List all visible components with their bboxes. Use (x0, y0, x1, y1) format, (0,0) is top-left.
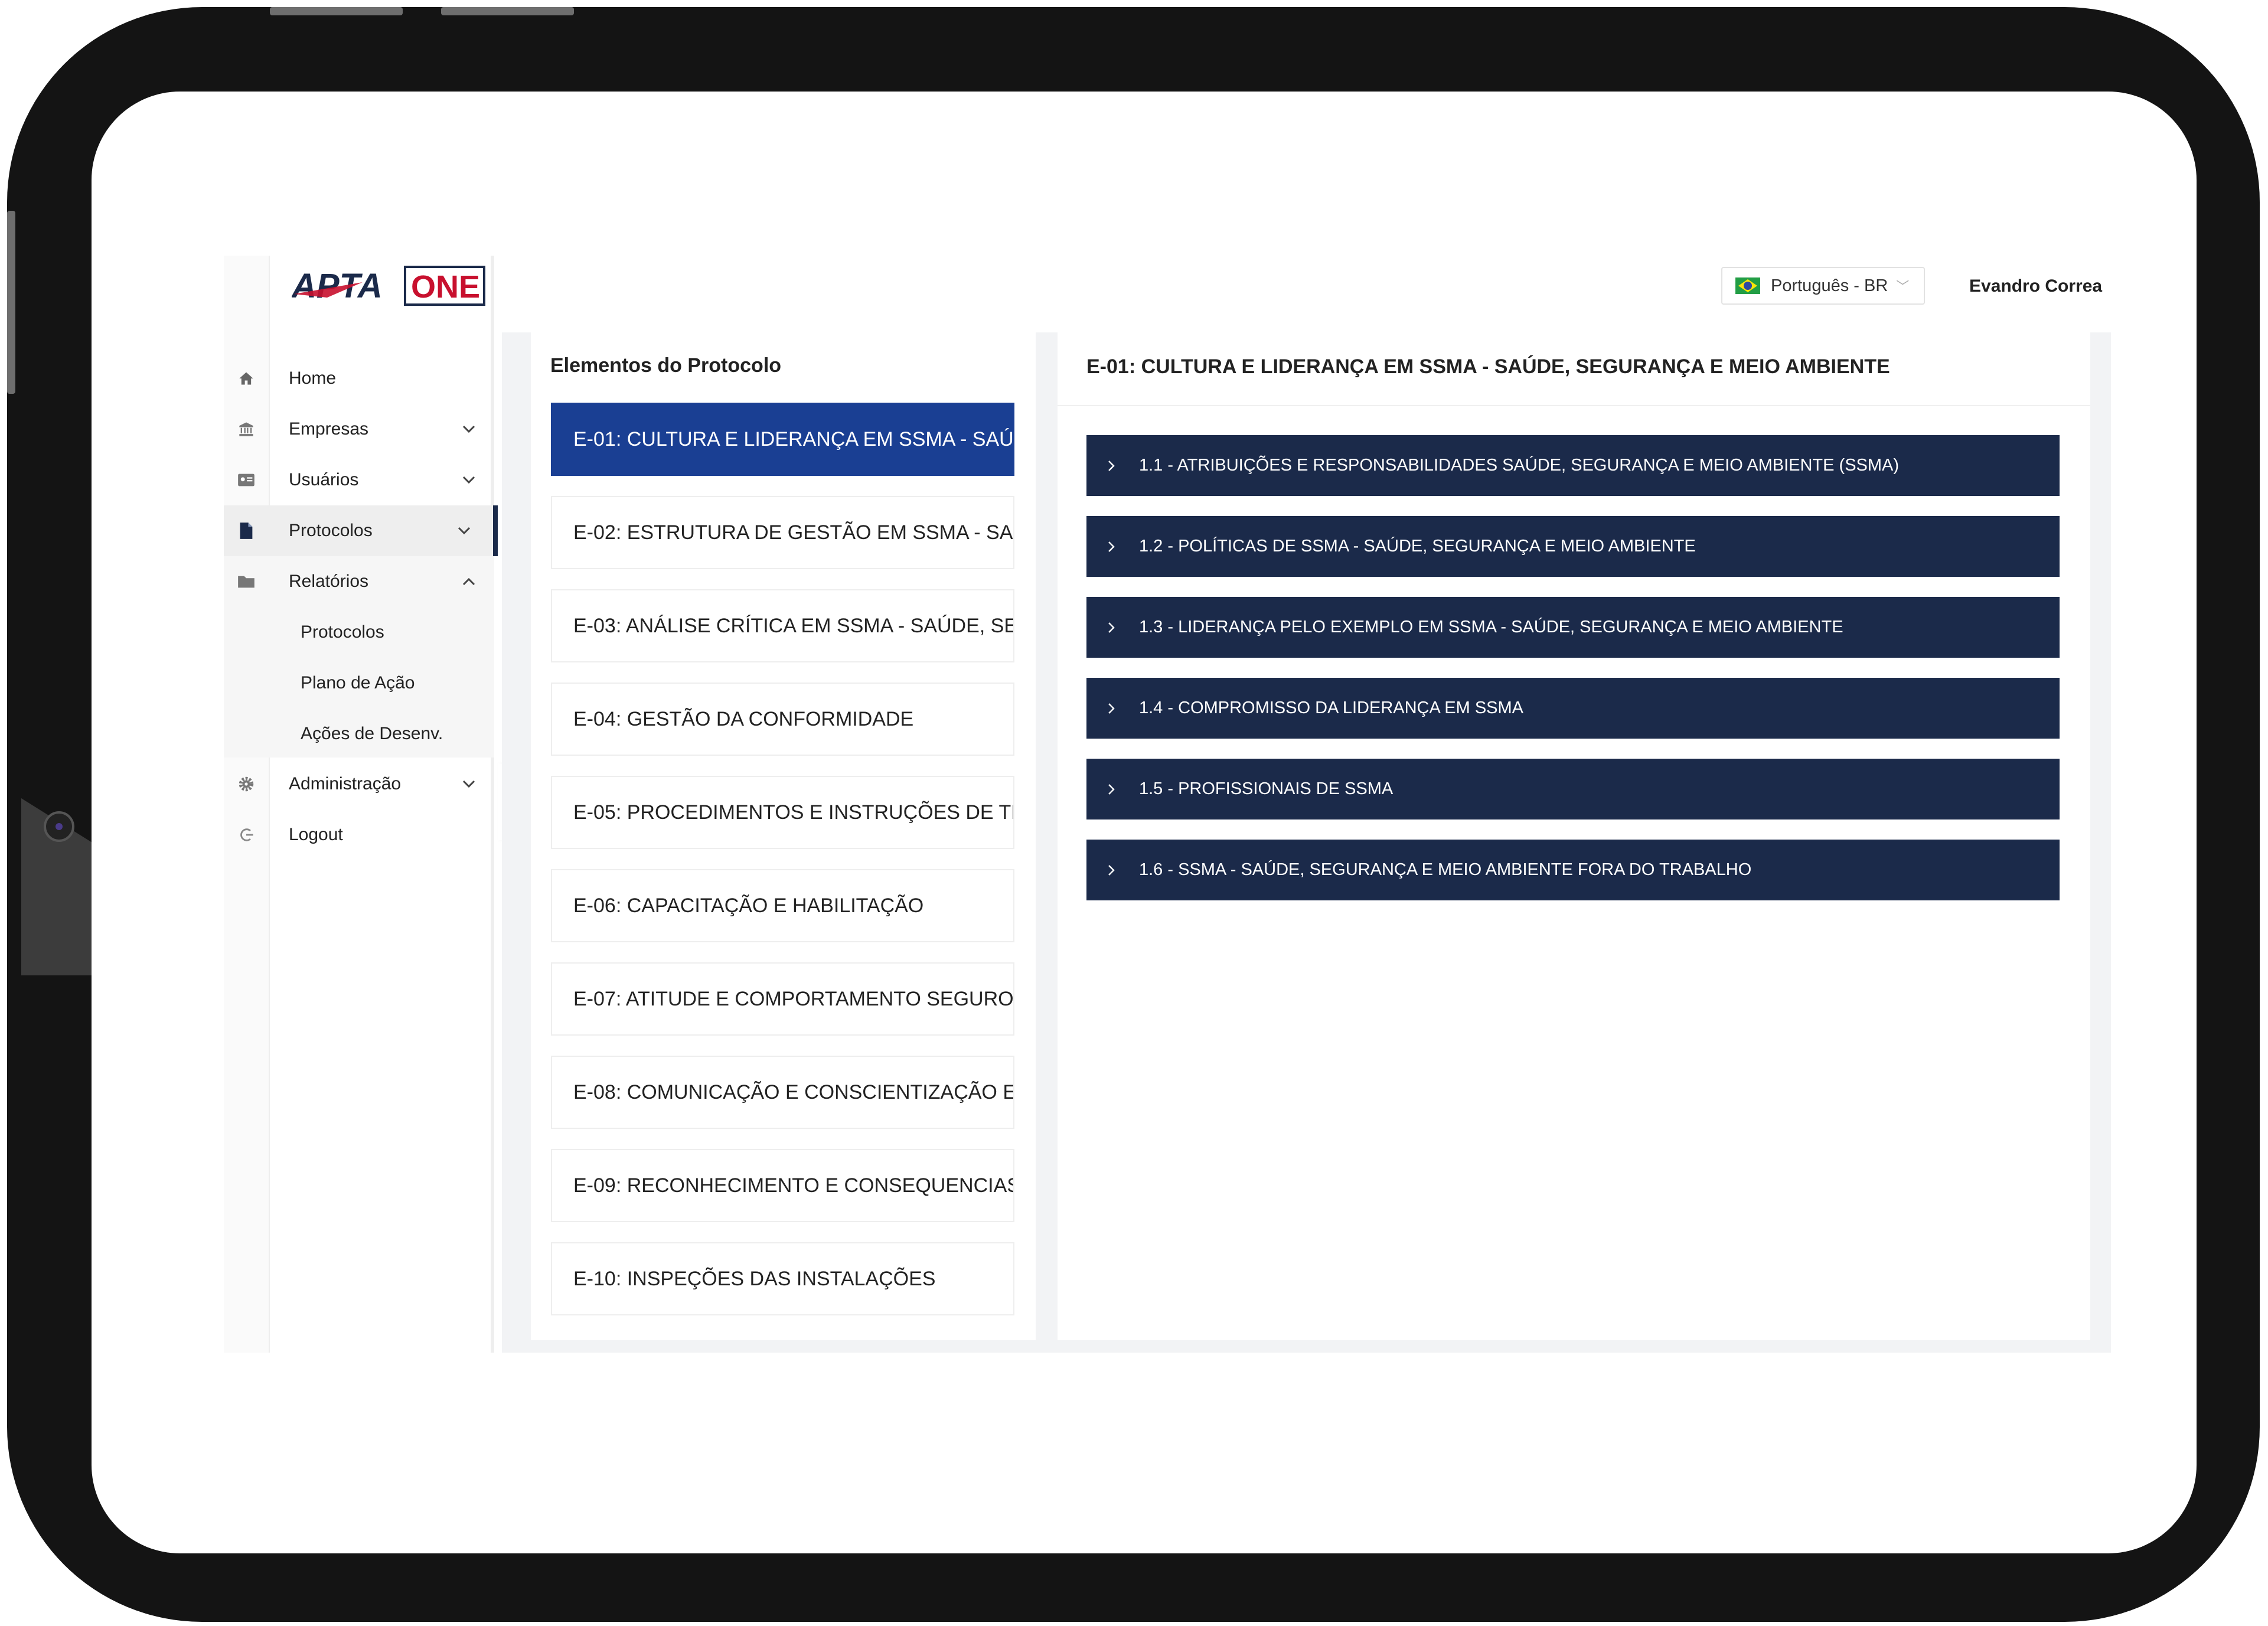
camera-icon (44, 811, 74, 842)
sidebar-item-label: Administração (289, 774, 402, 794)
section-accordion-1-2[interactable]: 1.2 - POLÍTICAS DE SSMA - SAÚDE, SEGURAN… (1086, 516, 2060, 577)
chevron-down-icon: ﹀ (1896, 279, 1910, 294)
section-label: 1.1 - ATRIBUIÇÕES E RESPONSABILIDADES SA… (1139, 456, 1900, 475)
chevron-down-icon (455, 527, 473, 535)
chevron-right-icon (1107, 702, 1126, 715)
chevron-right-icon (1107, 540, 1126, 553)
app-logo: APTA ONE (291, 265, 487, 307)
reports-submenu: Protocolos Plano de Ação Ações de Desenv… (224, 607, 494, 758)
submenu-item-plano-de-acao[interactable]: Plano de Ação (301, 673, 415, 693)
sidebar: APTA ONE Home Empresas Usuários Protocol… (224, 256, 498, 1353)
device-button (441, 7, 574, 15)
element-detail-title: E-01: CULTURA E LIDERANÇA EM SSMA - SAÚD… (1086, 355, 1890, 378)
chevron-down-icon (460, 476, 478, 484)
sidebar-item-label: Relatórios (289, 572, 369, 591)
section-label: 1.4 - COMPROMISSO DA LIDERANÇA EM SSMA (1139, 698, 1524, 717)
svg-text:APTA: APTA (292, 267, 383, 305)
protocol-element-e09[interactable]: E-09: RECONHECIMENTO E CONSEQUENCIAS (551, 1149, 1014, 1222)
section-label: 1.3 - LIDERANÇA PELO EXEMPLO EM SSMA - S… (1139, 618, 1843, 636)
divider (1058, 405, 2090, 406)
chevron-right-icon (1107, 783, 1126, 796)
protocol-element-e03[interactable]: E-03: ANÁLISE CRÍTICA EM SSMA - SAÚDE, S… (551, 589, 1014, 662)
sidebar-item-label: Empresas (289, 419, 369, 439)
section-accordion-1-3[interactable]: 1.3 - LIDERANÇA PELO EXEMPLO EM SSMA - S… (1086, 597, 2060, 658)
sidebar-item-label: Logout (289, 825, 343, 844)
sidebar-item-label: Protocolos (289, 521, 373, 540)
protocol-elements-title: Elementos do Protocolo (550, 354, 782, 377)
logout-icon (224, 827, 269, 843)
sidebar-item-administracao[interactable]: Administração (224, 759, 494, 809)
section-label: 1.5 - PROFISSIONAIS DE SSMA (1139, 779, 1394, 798)
language-label: Português - BR (1771, 276, 1888, 295)
sidebar-item-label: Home (289, 368, 337, 388)
protocol-element-e05[interactable]: E-05: PROCEDIMENTOS E INSTRUÇÕES DE TRAB… (551, 776, 1014, 849)
chevron-right-icon (1107, 864, 1126, 877)
device-button (270, 7, 403, 15)
document-icon (224, 522, 269, 540)
sidebar-item-empresas[interactable]: Empresas (224, 404, 494, 455)
section-accordion-1-6[interactable]: 1.6 - SSMA - SAÚDE, SEGURANÇA E MEIO AMB… (1086, 840, 2060, 900)
section-accordion-1-4[interactable]: 1.4 - COMPROMISSO DA LIDERANÇA EM SSMA (1086, 678, 2060, 739)
protocol-element-e07[interactable]: E-07: ATITUDE E COMPORTAMENTO SEGUROS (551, 962, 1014, 1036)
protocol-element-e01[interactable]: E-01: CULTURA E LIDERANÇA EM SSMA - SAÚD… (551, 403, 1014, 476)
protocol-element-e04[interactable]: E-04: GESTÃO DA CONFORMIDADE (551, 683, 1014, 756)
chevron-up-icon (460, 577, 478, 586)
folder-icon (224, 574, 269, 589)
section-label: 1.2 - POLÍTICAS DE SSMA - SAÚDE, SEGURAN… (1139, 537, 1696, 556)
sidebar-item-logout[interactable]: Logout (224, 809, 494, 860)
protocol-element-e06[interactable]: E-06: CAPACITAÇÃO E HABILITAÇÃO (551, 869, 1014, 942)
chevron-down-icon (460, 425, 478, 433)
section-label: 1.6 - SSMA - SAÚDE, SEGURANÇA E MEIO AMB… (1139, 860, 1752, 879)
language-select[interactable]: Português - BR ﹀ (1721, 267, 1925, 305)
device-button (7, 211, 15, 394)
submenu-item-protocolos[interactable]: Protocolos (301, 622, 384, 642)
protocol-element-e10[interactable]: E-10: INSPEÇÕES DAS INSTALAÇÕES (551, 1242, 1014, 1315)
sidebar-item-protocolos[interactable]: Protocolos (224, 505, 498, 556)
svg-text:ONE: ONE (411, 269, 480, 305)
section-accordion-1-5[interactable]: 1.5 - PROFISSIONAIS DE SSMA (1086, 759, 2060, 819)
sidebar-item-label: Usuários (289, 470, 359, 489)
brazil-flag-icon (1735, 277, 1760, 294)
chevron-right-icon (1107, 621, 1126, 634)
gear-icon (224, 776, 269, 792)
home-icon (224, 370, 269, 387)
screen: APTA ONE Home Empresas Usuários Protocol… (92, 92, 2197, 1553)
chevron-right-icon (1107, 459, 1126, 472)
protocol-element-e02[interactable]: E-02: ESTRUTURA DE GESTÃO EM SSMA - SAÚD… (551, 496, 1014, 569)
user-name[interactable]: Evandro Correa (1969, 276, 2102, 296)
sidebar-item-usuarios[interactable]: Usuários (224, 455, 494, 505)
protocol-element-e08[interactable]: E-08: COMUNICAÇÃO E CONSCIENTIZAÇÃO EM S… (551, 1056, 1014, 1129)
bank-icon (224, 421, 269, 437)
submenu-item-acoes-de-desenv[interactable]: Ações de Desenv. (301, 724, 443, 744)
tablet-frame: APTA ONE Home Empresas Usuários Protocol… (7, 7, 2260, 1622)
sidebar-item-home[interactable]: Home (224, 353, 494, 404)
id-card-icon (224, 472, 269, 488)
sidebar-item-relatorios[interactable]: Relatórios (224, 556, 494, 607)
chevron-down-icon (460, 780, 478, 788)
section-accordion-1-1[interactable]: 1.1 - ATRIBUIÇÕES E RESPONSABILIDADES SA… (1086, 435, 2060, 496)
